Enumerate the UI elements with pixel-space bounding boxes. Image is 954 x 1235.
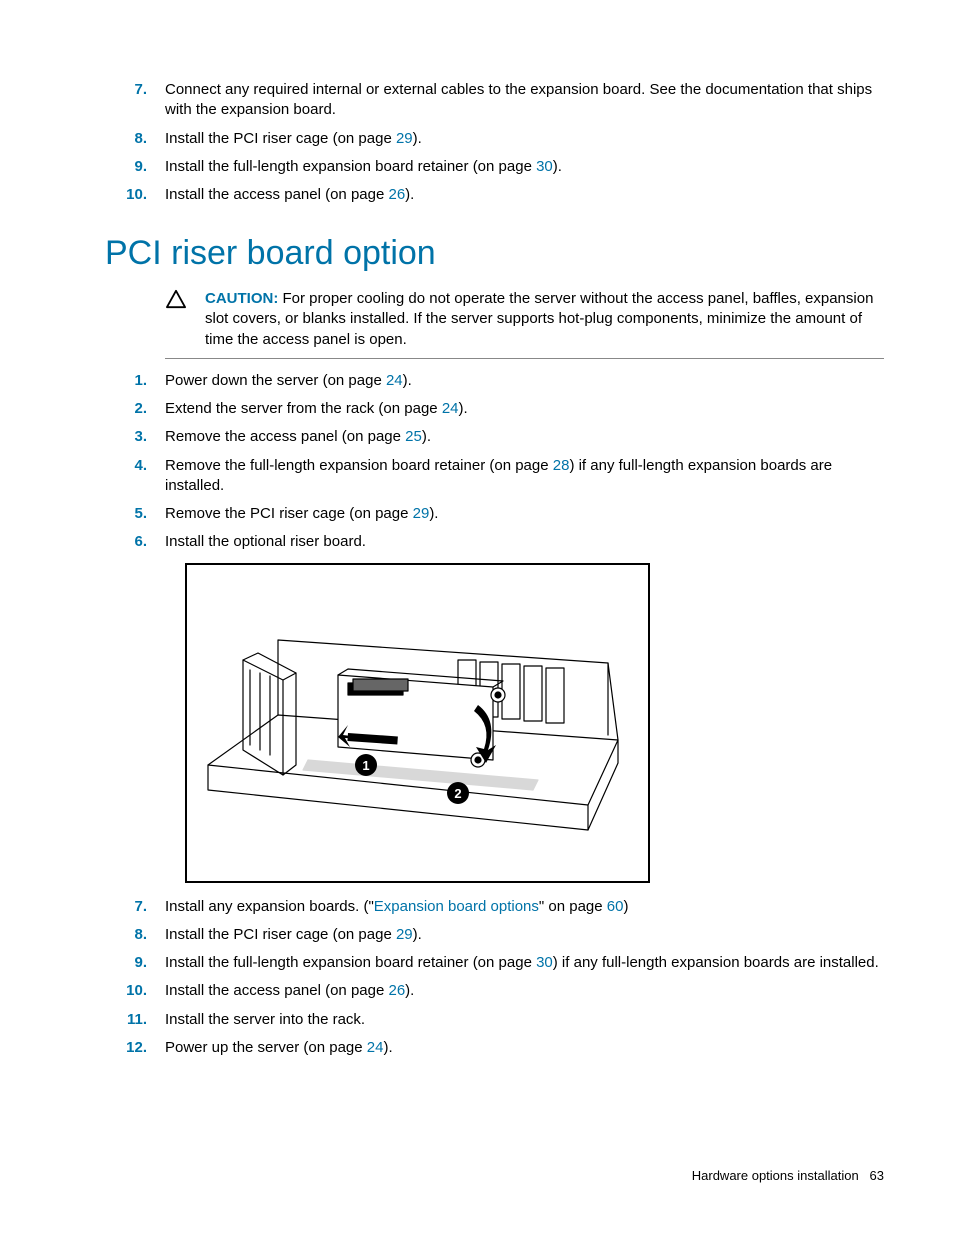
step-list-mid: 1.Power down the server (on page 24).2.E… [110, 371, 884, 553]
page-reference-link[interactable]: 29 [396, 926, 413, 943]
step-text: Remove the PCI riser cage (on page 29). [165, 504, 884, 524]
page-reference-link[interactable]: 26 [388, 982, 405, 999]
step-text: Extend the server from the rack (on page… [165, 399, 884, 419]
page-reference-link[interactable]: 30 [536, 954, 553, 971]
step-item: 12.Power up the server (on page 24). [110, 1038, 884, 1058]
step-text: Install the PCI riser cage (on page 29). [165, 129, 884, 149]
page-reference-link[interactable]: 29 [413, 505, 430, 522]
step-text: Connect any required internal or externa… [165, 80, 884, 121]
page-reference-link[interactable]: 24 [386, 372, 403, 389]
step-text: Install the PCI riser cage (on page 29). [165, 925, 884, 945]
caution-body: For proper cooling do not operate the se… [205, 290, 873, 348]
step-text: Install the optional riser board. [165, 532, 884, 552]
caution-block: CAUTION: For proper cooling do not opera… [165, 289, 884, 359]
step-item: 9.Install the full-length expansion boar… [110, 953, 884, 973]
diagram-callout-2: 2 [454, 786, 461, 801]
step-number: 1. [110, 371, 165, 391]
page-reference-link[interactable]: 29 [396, 130, 413, 147]
step-number: 6. [110, 532, 165, 552]
step-item: 5.Remove the PCI riser cage (on page 29)… [110, 504, 884, 524]
step-item: 7.Connect any required internal or exter… [110, 80, 884, 121]
diagram-callout-1: 1 [362, 758, 369, 773]
step-number: 8. [110, 925, 165, 945]
page-reference-link[interactable]: 60 [607, 898, 624, 915]
step-text: Power up the server (on page 24). [165, 1038, 884, 1058]
footer-page-number: 63 [870, 1168, 884, 1183]
step-text: Install the access panel (on page 26). [165, 185, 884, 205]
step-text: Install any expansion boards. ("Expansio… [165, 897, 884, 917]
step-number: 5. [110, 504, 165, 524]
step-number: 7. [110, 897, 165, 917]
diagram-container: 1 2 [185, 563, 884, 883]
step-item: 9.Install the full-length expansion boar… [110, 157, 884, 177]
step-text: Install the server into the rack. [165, 1010, 884, 1030]
step-number: 3. [110, 427, 165, 447]
step-item: 7.Install any expansion boards. ("Expans… [110, 897, 884, 917]
step-number: 4. [110, 456, 165, 497]
step-number: 8. [110, 129, 165, 149]
riser-board-diagram: 1 2 [185, 563, 650, 883]
page-reference-link[interactable]: 24 [442, 400, 459, 417]
step-text: Remove the full-length expansion board r… [165, 456, 884, 497]
step-text: Install the access panel (on page 26). [165, 981, 884, 1001]
step-item: 10.Install the access panel (on page 26)… [110, 981, 884, 1001]
step-list-top: 7.Connect any required internal or exter… [110, 80, 884, 205]
step-number: 12. [110, 1038, 165, 1058]
page-reference-link[interactable]: Expansion board options [374, 898, 539, 915]
section-heading: PCI riser board option [105, 231, 884, 277]
step-number: 10. [110, 185, 165, 205]
step-text: Install the full-length expansion board … [165, 953, 884, 973]
step-item: 4.Remove the full-length expansion board… [110, 456, 884, 497]
step-number: 2. [110, 399, 165, 419]
page-reference-link[interactable]: 30 [536, 158, 553, 175]
caution-text: CAUTION: For proper cooling do not opera… [205, 289, 884, 350]
step-item: 6.Install the optional riser board. [110, 532, 884, 552]
page-footer: Hardware options installation 63 [692, 1167, 884, 1185]
footer-section: Hardware options installation [692, 1168, 859, 1183]
page-reference-link[interactable]: 28 [553, 457, 570, 474]
caution-triangle-icon [165, 289, 205, 350]
step-number: 9. [110, 157, 165, 177]
step-item: 1.Power down the server (on page 24). [110, 371, 884, 391]
step-number: 7. [110, 80, 165, 121]
step-item: 8.Install the PCI riser cage (on page 29… [110, 129, 884, 149]
step-item: 2.Extend the server from the rack (on pa… [110, 399, 884, 419]
caution-label: CAUTION: [205, 290, 278, 307]
page-reference-link[interactable]: 25 [405, 428, 422, 445]
step-number: 11. [110, 1010, 165, 1030]
step-item: 8.Install the PCI riser cage (on page 29… [110, 925, 884, 945]
step-list-bottom: 7.Install any expansion boards. ("Expans… [110, 897, 884, 1059]
step-number: 10. [110, 981, 165, 1001]
step-item: 10.Install the access panel (on page 26)… [110, 185, 884, 205]
step-item: 11.Install the server into the rack. [110, 1010, 884, 1030]
step-text: Power down the server (on page 24). [165, 371, 884, 391]
step-number: 9. [110, 953, 165, 973]
step-item: 3.Remove the access panel (on page 25). [110, 427, 884, 447]
step-text: Remove the access panel (on page 25). [165, 427, 884, 447]
page-reference-link[interactable]: 24 [367, 1039, 384, 1056]
step-text: Install the full-length expansion board … [165, 157, 884, 177]
page-reference-link[interactable]: 26 [388, 186, 405, 203]
